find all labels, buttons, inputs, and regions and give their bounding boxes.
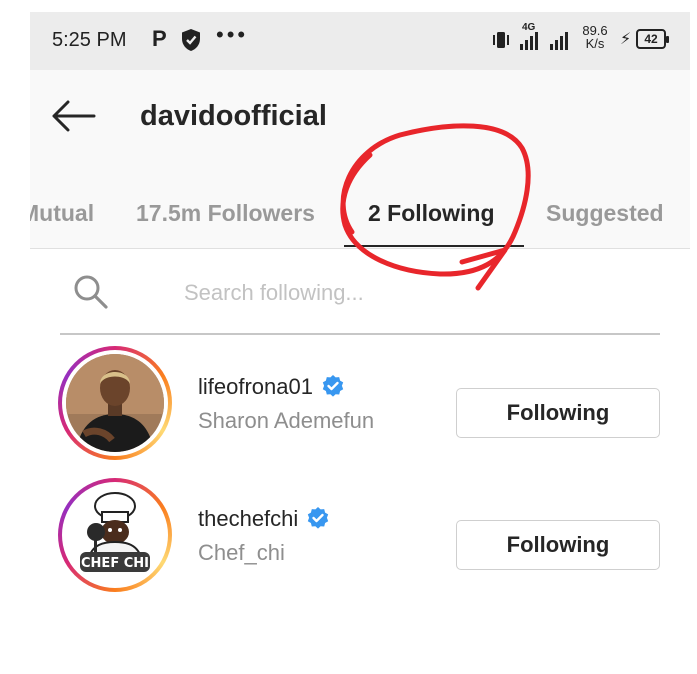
active-tab-indicator <box>344 245 524 247</box>
network-speed-unit: K/s <box>585 36 605 51</box>
search-input[interactable]: Search following... <box>184 280 364 306</box>
app-frame: 5:25 PM P ••• 4G 89.6 K/s ⚡ 42 davidooff… <box>30 12 690 674</box>
battery-icon: 42 <box>636 29 669 49</box>
user-handle-text: thechefchi <box>198 506 299 531</box>
tab-bar: Mutual 17.5m Followers 2 Following Sugge… <box>30 182 690 248</box>
user-handle-text: lifeofrona01 <box>198 374 313 399</box>
search-following-field[interactable]: Search following... <box>60 267 660 335</box>
profile-header: davidoofficial Mutual 17.5m Followers 2 … <box>30 70 690 249</box>
tab-following[interactable]: 2 Following <box>368 200 495 227</box>
status-time: 5:25 PM <box>52 29 127 51</box>
page-title: davidoofficial <box>140 100 327 132</box>
tab-followers[interactable]: 17.5m Followers <box>136 200 315 227</box>
charging-icon: ⚡ <box>620 31 632 48</box>
list-item: CHEF CHI thechefchi Chef_chi Following <box>30 472 690 592</box>
tab-mutual[interactable]: Mutual <box>30 200 94 227</box>
network-speed: 89.6 K/s <box>580 24 610 50</box>
user-handle[interactable]: lifeofrona01 <box>198 374 345 400</box>
shield-icon <box>182 29 200 51</box>
svg-text:CHEF CHI: CHEF CHI <box>81 556 149 571</box>
vibrate-icon <box>493 32 509 48</box>
avatar-photo <box>66 354 164 452</box>
following-button[interactable]: Following <box>456 388 660 438</box>
signal-icon <box>520 32 568 50</box>
avatar[interactable] <box>58 346 172 460</box>
list-item: lifeofrona01 Sharon Ademefun Following <box>30 340 690 460</box>
status-bar: 5:25 PM P ••• 4G 89.6 K/s ⚡ 42 <box>30 12 690 70</box>
search-underline <box>60 333 660 335</box>
back-arrow-icon[interactable] <box>50 98 98 134</box>
verified-icon <box>308 507 329 529</box>
following-button[interactable]: Following <box>456 520 660 570</box>
tab-suggested[interactable]: Suggested <box>546 200 664 227</box>
search-icon <box>74 275 108 309</box>
avatar[interactable]: CHEF CHI <box>58 478 172 592</box>
user-handle[interactable]: thechefchi <box>198 506 330 532</box>
p-app-icon: P <box>152 26 167 51</box>
user-full-name: Chef_chi <box>198 540 285 565</box>
more-notifications-icon: ••• <box>216 22 249 47</box>
verified-icon <box>322 375 344 397</box>
header-divider <box>30 248 690 249</box>
user-full-name: Sharon Ademefun <box>198 408 375 433</box>
avatar-chef-logo: CHEF CHI <box>66 486 164 584</box>
